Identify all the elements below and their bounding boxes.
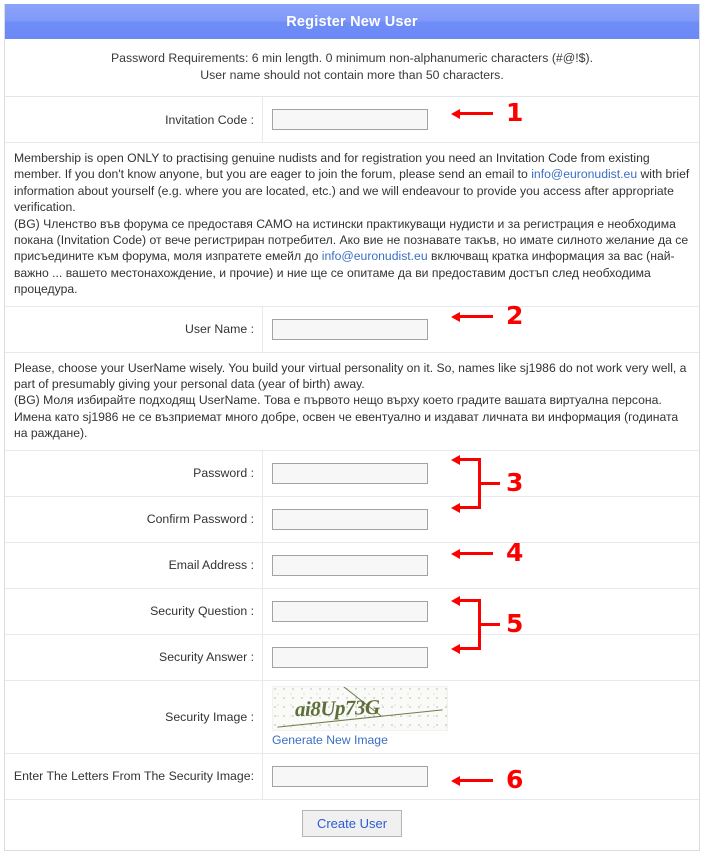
row-security-answer: Security Answer : (5, 634, 699, 681)
requirements-line-1: Password Requirements: 6 min length. 0 m… (110, 51, 594, 65)
label-user-name: User Name : (5, 306, 263, 352)
invitation-code-input[interactable] (272, 109, 428, 130)
field-password (263, 451, 699, 496)
row-password: Password : (5, 450, 699, 497)
password-requirements: Password Requirements: 6 min length. 0 m… (5, 39, 699, 97)
page-title: Register New User (286, 13, 418, 30)
row-security-question: Security Question : (5, 588, 699, 635)
label-password: Password : (5, 450, 263, 496)
username-help-text: Please, choose your UserName wisely. You… (5, 353, 699, 451)
captcha-text: ai8Up73G (294, 695, 380, 722)
row-submit: Create User (5, 800, 699, 848)
field-email-address (263, 543, 699, 588)
security-question-input[interactable] (272, 600, 428, 622)
field-security-answer (263, 635, 699, 680)
field-security-image: ai8Up73G Generate New Image (263, 681, 699, 753)
label-confirm-password: Confirm Password : (5, 496, 263, 542)
label-security-image: Security Image : (5, 680, 263, 753)
row-invitation-code: Invitation Code : (5, 97, 699, 143)
register-page: Register New User Password Requirements:… (0, 0, 704, 855)
label-email-address: Email Address : (5, 542, 263, 588)
row-security-image: Security Image : ai8Up73G Generate New I… (5, 680, 699, 754)
label-invitation-code: Invitation Code : (5, 97, 263, 142)
username-help-bg: (BG) Моля избирайте подходящ UserName. Т… (14, 393, 679, 441)
invitation-help-text: Membership is open ONLY to practising ge… (5, 143, 699, 307)
captcha-block: ai8Up73G Generate New Image (272, 686, 448, 747)
email-link-en[interactable]: info@euronudist.eu (531, 167, 637, 181)
field-user-name (263, 307, 699, 352)
field-security-question (263, 589, 699, 634)
security-answer-input[interactable] (272, 646, 428, 668)
email-address-input[interactable] (272, 554, 428, 576)
create-user-button[interactable]: Create User (301, 810, 403, 838)
label-security-question: Security Question : (5, 588, 263, 634)
user-name-input[interactable] (272, 318, 428, 340)
label-captcha-entry: Enter The Letters From The Security Imag… (5, 753, 263, 799)
generate-new-image-link[interactable]: Generate New Image (272, 733, 448, 747)
row-confirm-password: Confirm Password : (5, 496, 699, 543)
field-invitation-code (263, 97, 699, 142)
row-user-name: User Name : (5, 306, 699, 353)
confirm-password-input[interactable] (272, 508, 428, 530)
field-captcha-entry (263, 754, 699, 799)
email-link-bg[interactable]: info@euronudist.eu (322, 249, 428, 263)
requirements-line-2: User name should not contain more than 5… (200, 68, 504, 82)
panel-header: Register New User (5, 4, 699, 39)
register-panel: Register New User Password Requirements:… (4, 4, 700, 851)
label-security-answer: Security Answer : (5, 634, 263, 680)
row-captcha-entry: Enter The Letters From The Security Imag… (5, 753, 699, 800)
password-input[interactable] (272, 462, 428, 484)
captcha-image: ai8Up73G (272, 686, 448, 732)
row-email-address: Email Address : (5, 542, 699, 589)
captcha-entry-input[interactable] (272, 765, 428, 787)
field-confirm-password (263, 497, 699, 542)
username-help-en: Please, choose your UserName wisely. You… (14, 360, 687, 392)
